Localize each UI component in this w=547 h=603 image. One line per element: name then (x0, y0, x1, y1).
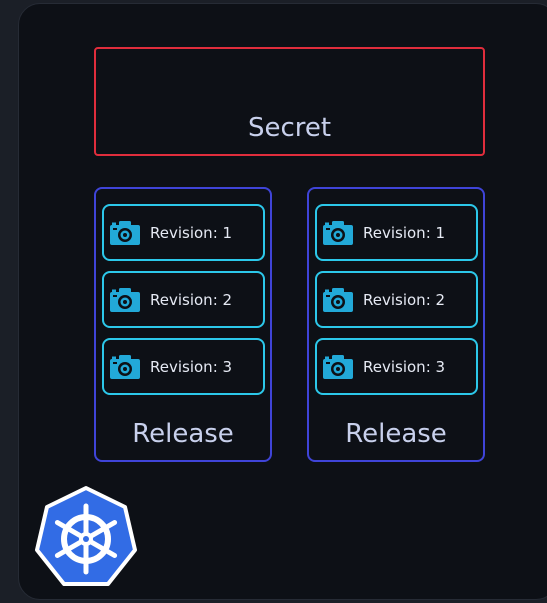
release-label: Release (132, 419, 234, 449)
secret-box: Secret (94, 47, 485, 156)
revision-label: Revision: 3 (150, 357, 233, 376)
revision-item: Revision: 3 (102, 338, 265, 395)
revision-item: Revision: 1 (102, 204, 265, 261)
revision-item: Revision: 2 (315, 271, 478, 328)
release-label: Release (345, 419, 447, 449)
camera-icon (323, 353, 353, 381)
revision-label: Revision: 3 (363, 357, 446, 376)
revision-label: Revision: 1 (150, 223, 233, 242)
camera-icon (323, 219, 353, 247)
revision-item: Revision: 1 (315, 204, 478, 261)
release-box: Revision: 1 Revision: 2 Revision: 3 Rele… (94, 187, 272, 462)
revision-label: Revision: 2 (150, 290, 233, 309)
kubernetes-helm-icon (32, 484, 140, 592)
revision-label: Revision: 1 (363, 223, 446, 242)
secret-label: Secret (247, 113, 332, 143)
camera-icon (110, 219, 140, 247)
revision-label: Revision: 2 (363, 290, 446, 309)
camera-icon (110, 353, 140, 381)
camera-icon (323, 286, 353, 314)
camera-icon (110, 286, 140, 314)
revision-item: Revision: 3 (315, 338, 478, 395)
release-box: Revision: 1 Revision: 2 Revision: 3 Rele… (307, 187, 485, 462)
revision-item: Revision: 2 (102, 271, 265, 328)
